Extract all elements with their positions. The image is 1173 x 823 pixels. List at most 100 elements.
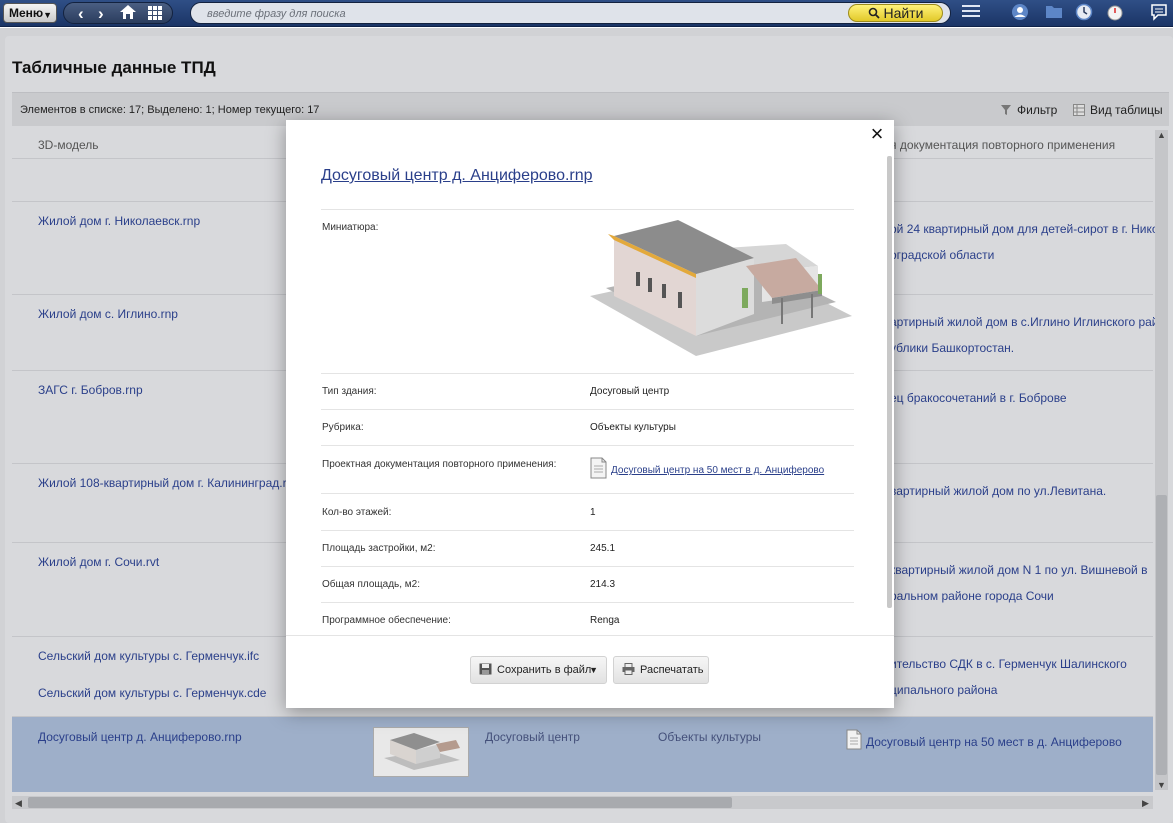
row-doc-link[interactable]: артирный жилой дом в с.Иглино Иглинского…	[890, 309, 1160, 361]
find-button[interactable]: Найти	[848, 4, 943, 22]
row-doc-line2: ципального района	[890, 683, 998, 697]
printer-icon	[622, 663, 635, 675]
row-doc-line2: оградской области	[890, 248, 995, 262]
row-doc-line1: ец бракосочетаний в г. Боброве	[890, 391, 1067, 405]
filter-button[interactable]: Фильтр	[1000, 103, 1057, 117]
horizontal-scrollbar-thumb[interactable]	[28, 797, 732, 808]
document-icon	[846, 729, 862, 750]
home-icon[interactable]	[119, 3, 137, 24]
scroll-down-icon[interactable]: ▼	[1157, 780, 1166, 790]
divider	[321, 373, 854, 374]
row-doc-link[interactable]: ительство СДК в с. Герменчук Шалинского ц…	[890, 651, 1160, 703]
scroll-up-icon[interactable]: ▲	[1157, 130, 1166, 140]
row-doc-link[interactable]: ец бракосочетаний в г. Боброве	[890, 385, 1160, 411]
row-doc-line2: ральном районе города Сочи	[890, 589, 1054, 603]
user-icon[interactable]	[1009, 3, 1031, 23]
timer-icon[interactable]	[1104, 3, 1126, 23]
modal-footer-divider	[286, 635, 894, 636]
row-model-link[interactable]: Жилой 108-квартирный дом г. Калининград.…	[38, 470, 296, 496]
divider	[321, 493, 854, 494]
divider	[321, 209, 854, 210]
clock-icon[interactable]	[1073, 3, 1095, 23]
field-value-building-type: Досуговый центр	[590, 386, 670, 397]
row-doc-link[interactable]: Досуговый центр на 50 мест в д. Анциферо…	[866, 729, 1136, 755]
row-doc-link[interactable]: ой 24 квартирный дом для детей-сирот в г…	[890, 216, 1160, 268]
document-icon	[590, 457, 607, 479]
close-icon[interactable]: ×	[867, 122, 887, 146]
menu-button[interactable]: Меню ▼	[3, 3, 57, 23]
field-label-floors: Кол-во этажей:	[322, 507, 392, 518]
row-doc-line1: ительство СДК в с. Герменчук Шалинского	[890, 657, 1127, 671]
filter-label: Фильтр	[1017, 103, 1058, 117]
row-doc-line1: вартирный жилой дом по ул.Левитана.	[890, 484, 1107, 498]
print-button[interactable]: Распечатать	[613, 656, 709, 684]
building-thumbnail-small[interactable]	[373, 727, 469, 777]
field-label-total-area: Общая площадь, м2:	[322, 579, 421, 590]
menu-button-label: Меню	[9, 6, 44, 20]
chevron-down-icon: ▼	[589, 665, 598, 675]
list-info: Элементов в списке: 17; Выделено: 1; Ном…	[20, 104, 320, 116]
row-model-link[interactable]: Сельский дом культуры с. Герменчук.ifc	[38, 643, 259, 669]
divider	[321, 602, 854, 603]
modal-scrollbar[interactable]	[887, 156, 892, 608]
search-box: Найти	[190, 2, 951, 24]
table-view-label: Вид таблицы	[1090, 103, 1163, 117]
save-to-file-button[interactable]: Сохранить в файл ▼	[470, 656, 607, 684]
row-doc-link[interactable]: квартирный жилой дом N 1 по ул. Вишневой…	[890, 557, 1160, 609]
divider	[321, 566, 854, 567]
find-button-label: Найти	[883, 5, 924, 21]
scroll-left-icon[interactable]: ◀	[15, 798, 22, 809]
field-value-floors: 1	[590, 507, 596, 518]
row-doc-link[interactable]: вартирный жилой дом по ул.Левитана.	[890, 478, 1160, 504]
field-label-building-type: Тип здания:	[322, 386, 377, 397]
save-icon	[479, 663, 492, 675]
chevron-down-icon: ▼	[43, 10, 52, 20]
row-doc-line1: квартирный жилой дом N 1 по ул. Вишневой…	[890, 563, 1148, 577]
field-label-software: Программное обеспечение:	[322, 615, 451, 626]
modal-title[interactable]: Досуговый центр д. Анциферово.rnp	[321, 167, 593, 185]
field-label-project-doc: Проектная документация повторного примен…	[322, 459, 557, 470]
row-model-link[interactable]: Жилой дом г. Сочи.rvt	[38, 549, 159, 575]
field-value-building-area: 245.1	[590, 543, 616, 554]
row-doc-line1: ой 24 квартирный дом для детей-сирот в г…	[890, 222, 1160, 236]
forward-icon[interactable]: ›	[98, 3, 104, 24]
row-building-type: Досуговый центр	[485, 730, 580, 744]
scroll-right-icon[interactable]: ▶	[1142, 798, 1149, 809]
print-button-label: Распечатать	[640, 664, 704, 676]
divider	[321, 530, 854, 531]
folder-icon[interactable]	[1043, 3, 1065, 23]
row-rubric: Объекты культуры	[658, 730, 762, 744]
project-doc-link[interactable]: Досуговый центр на 50 мест в д. Анциферо…	[611, 465, 824, 476]
row-model-link[interactable]: Жилой дом с. Иглино.rnp	[38, 301, 178, 327]
grid-icon[interactable]	[147, 3, 163, 24]
details-modal: × Досуговый центр д. Анциферово.rnp Мини…	[286, 120, 894, 708]
chat-icon[interactable]	[1148, 3, 1170, 23]
back-icon[interactable]: ‹	[78, 3, 84, 24]
vertical-scrollbar-thumb[interactable]	[1156, 495, 1167, 775]
filter-icon	[1001, 105, 1011, 115]
navigation-group: ‹ ›	[63, 2, 173, 24]
field-value-software: Renga	[590, 615, 620, 626]
row-model-link-2[interactable]: Сельский дом культуры с. Герменчук.cde	[38, 680, 266, 706]
table-row-selected[interactable]: Досуговый центр д. Анциферово.rnp Досуго…	[12, 716, 1153, 792]
column-header-doc[interactable]: я документация повторного применения	[890, 138, 1115, 152]
divider	[321, 409, 854, 410]
row-doc-line2: ублики Башкортостан.	[890, 341, 1015, 355]
save-button-label: Сохранить в файл	[497, 664, 592, 676]
field-value-total-area: 214.3	[590, 579, 616, 590]
column-header-3d-model[interactable]: 3D-модель	[38, 138, 99, 152]
row-model-link[interactable]: ЗАГС г. Бобров.rnp	[38, 377, 143, 403]
row-doc-line1: артирный жилой дом в с.Иглино Иглинского…	[890, 315, 1160, 329]
page-title: Табличные данные ТПД	[12, 58, 216, 77]
building-thumbnail[interactable]	[586, 218, 856, 358]
top-toolbar: Меню ▼ ‹ › Найти	[0, 0, 1173, 27]
row-model-link[interactable]: Досуговый центр д. Анциферово.rnp	[38, 724, 242, 750]
divider	[321, 445, 854, 446]
row-model-link[interactable]: Жилой дом г. Николаевск.rnp	[38, 208, 200, 234]
hamburger-icon[interactable]	[960, 3, 982, 23]
search-input[interactable]	[207, 6, 827, 22]
search-icon	[868, 7, 880, 19]
field-label-rubric: Рубрика:	[322, 422, 364, 433]
table-view-icon	[1073, 104, 1085, 116]
table-view-button[interactable]: Вид таблицы	[1073, 103, 1163, 117]
